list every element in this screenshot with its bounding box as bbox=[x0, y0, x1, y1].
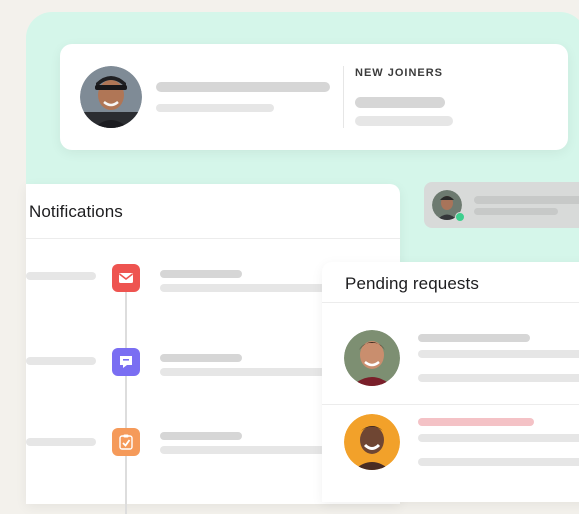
pending-requests-panel: Pending requests bbox=[322, 262, 579, 502]
user-role-placeholder bbox=[156, 104, 274, 112]
chat-icon bbox=[112, 348, 140, 376]
mail-icon bbox=[112, 264, 140, 292]
user-profile-card[interactable]: NEW JOINERS bbox=[60, 44, 568, 150]
new-joiners-placeholder-1 bbox=[355, 97, 445, 108]
pending-divider bbox=[322, 302, 579, 303]
notification-title-placeholder bbox=[160, 354, 242, 362]
notification-left-placeholder bbox=[26, 272, 96, 280]
card-divider bbox=[343, 66, 344, 128]
timeline-line bbox=[125, 274, 127, 514]
new-joiners-heading: NEW JOINERS bbox=[355, 67, 444, 79]
online-status-dot bbox=[455, 212, 465, 222]
notifications-divider bbox=[26, 238, 400, 239]
notification-left-placeholder bbox=[26, 438, 96, 446]
request-extra-placeholder bbox=[418, 458, 579, 466]
notifications-heading: Notifications bbox=[29, 202, 123, 221]
mini-user-role-placeholder bbox=[474, 208, 558, 215]
requester-avatar bbox=[344, 414, 400, 470]
clipboard-check-icon bbox=[112, 428, 140, 456]
request-name-placeholder bbox=[418, 418, 534, 426]
mini-user-card[interactable] bbox=[424, 182, 579, 228]
notification-title-placeholder bbox=[160, 432, 242, 440]
request-detail-placeholder bbox=[418, 434, 579, 442]
user-avatar bbox=[80, 66, 142, 128]
requester-avatar bbox=[344, 330, 400, 386]
request-detail-placeholder bbox=[418, 350, 579, 358]
pending-requests-heading: Pending requests bbox=[345, 274, 479, 293]
user-name-placeholder bbox=[156, 82, 330, 92]
new-joiners-placeholder-2 bbox=[355, 116, 453, 126]
mini-user-name-placeholder bbox=[474, 196, 579, 204]
request-extra-placeholder bbox=[418, 374, 579, 382]
notification-left-placeholder bbox=[26, 357, 96, 365]
request-name-placeholder bbox=[418, 334, 530, 342]
request-divider bbox=[322, 404, 579, 405]
notification-title-placeholder bbox=[160, 270, 242, 278]
